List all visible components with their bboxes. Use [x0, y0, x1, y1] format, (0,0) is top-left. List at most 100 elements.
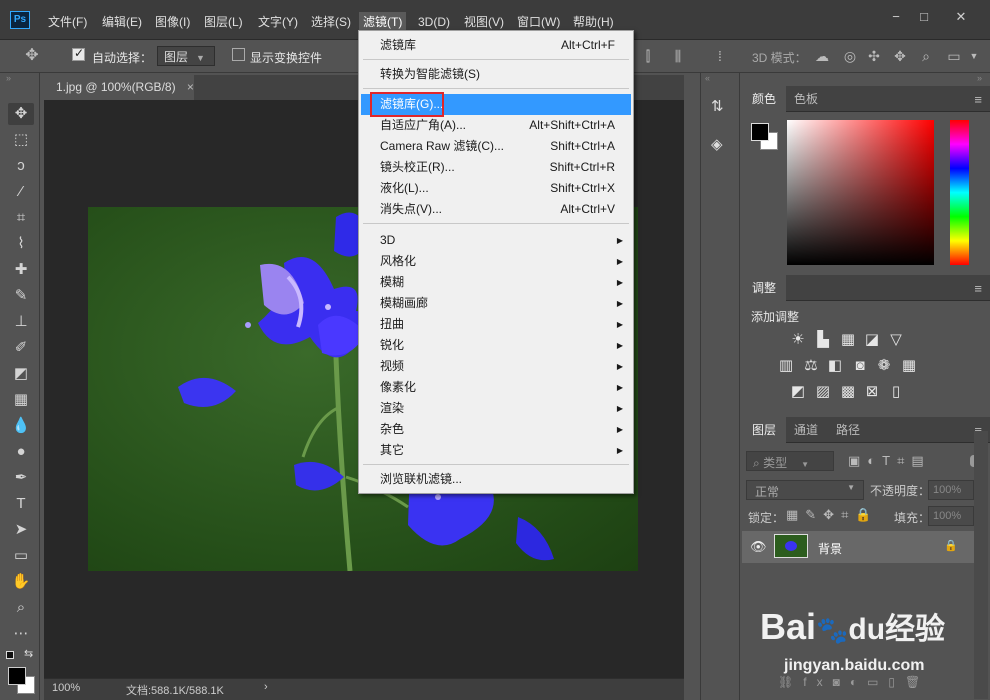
opacity-field[interactable]: 100%: [928, 480, 974, 500]
color-foreground-swatch[interactable]: [751, 123, 769, 141]
tab-layers[interactable]: 图层: [742, 417, 787, 443]
black-white-icon[interactable]: ◧: [826, 357, 844, 375]
show-transform-checkbox[interactable]: [232, 48, 245, 61]
history-brush-tool-icon[interactable]: ✐: [8, 337, 34, 359]
menu-item-browse-online-filters[interactable]: 浏览联机滤镜...: [361, 469, 631, 490]
menu-filter[interactable]: 滤镜(T): [359, 12, 407, 32]
vibrance-icon[interactable]: ▽: [887, 331, 905, 349]
gradient-tool-icon[interactable]: ▦: [8, 389, 34, 411]
swap-colors-icon[interactable]: ⇆: [24, 647, 33, 660]
menu-window[interactable]: 窗口(W): [513, 12, 564, 32]
menu-3d[interactable]: 3D(D): [414, 12, 454, 32]
dodge-tool-icon[interactable]: ●: [8, 441, 34, 463]
menu-item-other[interactable]: 其它 ▶: [361, 440, 631, 461]
menu-item-render[interactable]: 渲染 ▶: [361, 398, 631, 419]
status-arrow-icon[interactable]: ›: [264, 681, 268, 693]
marquee-tool-icon[interactable]: ⬚: [8, 129, 34, 151]
eye-visibility-icon[interactable]: 👁: [750, 539, 767, 555]
menu-image[interactable]: 图像(I): [151, 12, 194, 32]
lock-icons[interactable]: ▦✎✥⌗🔒: [786, 507, 879, 523]
menu-item-blur[interactable]: 模糊 ▶: [361, 272, 631, 293]
brightness-contrast-icon[interactable]: ☀: [789, 331, 807, 349]
document-tab[interactable]: 1.jpg @ 100%(RGB/8) ×: [44, 75, 194, 100]
menu-item-blur-gallery[interactable]: 模糊画廊 ▶: [361, 293, 631, 314]
menu-help[interactable]: 帮助(H): [569, 12, 618, 32]
brush-tool-icon[interactable]: ✎: [8, 285, 34, 307]
foreground-color-swatch[interactable]: [8, 667, 26, 685]
menu-item-stylize[interactable]: 风格化 ▶: [361, 251, 631, 272]
more-tools-icon[interactable]: ⋯: [8, 623, 34, 645]
menu-item-sharpen[interactable]: 锐化 ▶: [361, 335, 631, 356]
invert-icon[interactable]: ◩: [789, 383, 807, 401]
menu-edit[interactable]: 编辑(E): [98, 12, 146, 32]
clone-stamp-tool-icon[interactable]: ⊥: [8, 311, 34, 333]
auto-select-checkbox[interactable]: [72, 46, 85, 61]
color-balance-icon[interactable]: ⚖: [802, 357, 820, 375]
tab-swatches[interactable]: 色板: [784, 86, 828, 112]
collapse-icon[interactable]: »: [6, 73, 11, 83]
layer-row[interactable]: 👁 背景 🔒: [742, 531, 974, 563]
menu-item-filter-gallery-last[interactable]: 滤镜库 Alt+Ctrl+F: [361, 35, 631, 56]
threshold-icon[interactable]: ▩: [839, 383, 857, 401]
tab-color[interactable]: 颜色: [742, 86, 787, 112]
layers-scrollbar[interactable]: [974, 431, 988, 699]
minimize-button[interactable]: −: [882, 8, 910, 26]
align-center-icon[interactable]: ⫿: [640, 48, 656, 64]
hand-tool-icon[interactable]: ✋: [8, 571, 34, 593]
menu-item-noise[interactable]: 杂色 ▶: [361, 419, 631, 440]
menu-item-lens-correction[interactable]: 镜头校正(R)... Shift+Ctrl+R: [361, 157, 631, 178]
levels-icon[interactable]: ▙: [814, 331, 832, 349]
gradient-map-icon[interactable]: ▯: [887, 383, 905, 401]
color-field[interactable]: [787, 120, 934, 265]
workspace-icon[interactable]: ▭: [946, 48, 962, 64]
menu-item-distort[interactable]: 扭曲 ▶: [361, 314, 631, 335]
dock-collapse-icon[interactable]: «: [705, 73, 710, 83]
tab-paths[interactable]: 路径: [826, 417, 870, 443]
workspace-chevron-icon[interactable]: ▼: [966, 48, 982, 64]
move-tool-icon[interactable]: ✥: [24, 48, 40, 64]
default-colors-icon[interactable]: [6, 651, 14, 659]
layer-kind-filter[interactable]: ⌕ 类型 ▼: [746, 451, 834, 471]
blur-tool-icon[interactable]: 💧: [8, 415, 34, 437]
orbit-3d-icon[interactable]: ☁: [814, 48, 830, 64]
blend-mode-dropdown[interactable]: 正常 ▼: [746, 480, 864, 500]
panel-menu-icon[interactable]: ≡: [974, 92, 982, 107]
close-window-button[interactable]: ✕: [944, 8, 978, 26]
layer-filter-icons[interactable]: ▣◐T⌗▤: [848, 453, 931, 469]
exposure-icon[interactable]: ◪: [863, 331, 881, 349]
type-tool-icon[interactable]: T: [8, 493, 34, 515]
menu-item-3d[interactable]: 3D ▶: [361, 230, 631, 251]
scale-3d-icon[interactable]: ⌕: [918, 48, 934, 64]
menu-item-vanishing-point[interactable]: 消失点(V)... Alt+Ctrl+V: [361, 199, 631, 220]
move-tool-icon[interactable]: ✥: [8, 103, 34, 125]
layer-name[interactable]: 背景: [818, 540, 842, 557]
tab-close-icon[interactable]: ×: [187, 80, 194, 94]
menu-file[interactable]: 文件(F): [44, 12, 91, 32]
channel-mixer-icon[interactable]: ❁: [875, 357, 893, 375]
selective-color-icon[interactable]: ⊠: [863, 383, 881, 401]
photo-filter-icon[interactable]: ◙: [851, 357, 869, 375]
menu-item-video[interactable]: 视频 ▶: [361, 356, 631, 377]
quick-select-tool-icon[interactable]: ⁄: [8, 181, 34, 203]
more-options-icon[interactable]: ⁞: [712, 48, 728, 64]
lasso-tool-icon[interactable]: ↄ: [8, 155, 34, 177]
menu-item-pixelate[interactable]: 像素化 ▶: [361, 377, 631, 398]
crop-tool-icon[interactable]: ⌗: [8, 207, 34, 229]
menu-view[interactable]: 视图(V): [460, 12, 508, 32]
menu-type[interactable]: 文字(Y): [254, 12, 302, 32]
path-select-tool-icon[interactable]: ➤: [8, 519, 34, 541]
restore-button[interactable]: □: [910, 8, 938, 26]
eraser-tool-icon[interactable]: ◩: [8, 363, 34, 385]
adjustments-menu-icon[interactable]: ≡: [974, 281, 982, 296]
tab-adjustments[interactable]: 调整: [742, 275, 787, 301]
rectangle-tool-icon[interactable]: ▭: [8, 545, 34, 567]
panel-collapse-icon[interactable]: »: [977, 73, 982, 83]
posterize-icon[interactable]: ▨: [814, 383, 832, 401]
eyedropper-tool-icon[interactable]: ⌇: [8, 233, 34, 255]
tab-channels[interactable]: 通道: [784, 417, 828, 443]
hue-slider[interactable]: [950, 120, 969, 265]
curves-icon[interactable]: ▦: [839, 331, 857, 349]
hue-saturation-icon[interactable]: ▥: [777, 357, 795, 375]
history-panel-icon[interactable]: ⇅: [711, 97, 724, 115]
distribute-icon[interactable]: ⫼: [670, 48, 686, 64]
